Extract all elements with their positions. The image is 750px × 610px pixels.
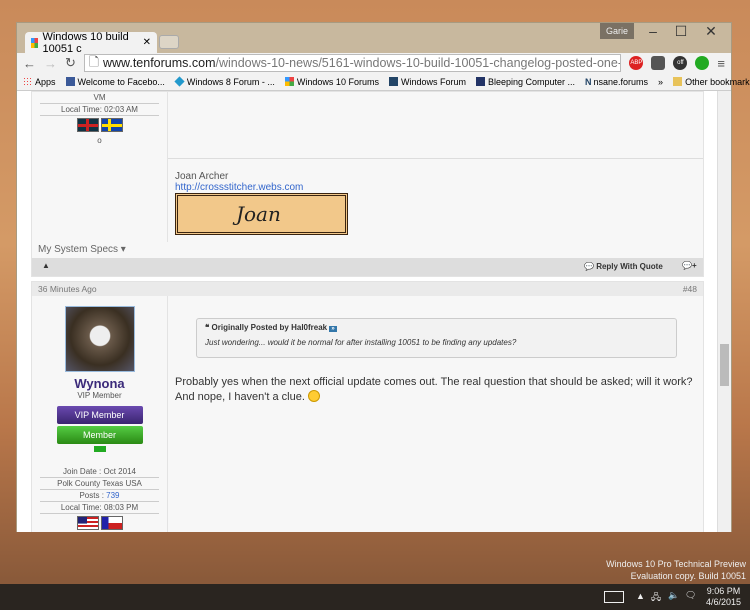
nsane-icon: N [585,76,592,87]
view-post-icon[interactable]: » [329,326,337,332]
bookmark-bleeping[interactable]: Bleeping Computer ... [475,76,575,87]
signature-link[interactable]: http://crossstitcher.webs.com [175,182,348,193]
bookmark-apps[interactable]: Apps [23,76,56,87]
download-off-icon[interactable]: off [673,56,688,70]
report-icon[interactable]: ▲ [42,261,50,270]
reply-with-quote-button[interactable]: 💬 Reply With Quote [584,262,663,271]
scrollbar[interactable] [717,91,731,532]
toolbar: ← → ↻ 🗋 www.tenforums.com/windows-10-news/5… [17,53,731,73]
bookmark-windows-forum[interactable]: Windows Forum [388,76,466,87]
menu-icon[interactable]: ≡ [717,56,725,71]
address-bar[interactable]: 🗋 www.tenforums.com/windows-10-news/5161-… [83,54,622,72]
new-tab-button[interactable] [159,35,179,49]
action-center-icon[interactable]: 🗨 [685,590,696,601]
pocket-icon[interactable] [651,56,666,70]
post-actions: ▲ 💬 Reply With Quote 💬+ [32,258,703,276]
previous-post: VM Local Time: 02:03 AM o Joan Archer ht… [31,91,704,277]
bookmark-windows10[interactable]: Windows 10 Forums [284,76,379,87]
bookmark-windows8[interactable]: Windows 8 Forum - ... [174,75,275,87]
browser-window: Windows 10 build 10051 c ✕ Garie – ☐ ✕ ← →… [16,22,750,532]
signature-name: Joan Archer [175,171,229,182]
signature-banner: Joan [175,193,348,235]
browser-tab[interactable]: Windows 10 build 10051 c ✕ [25,31,157,55]
profile-label[interactable]: Garie [600,23,635,39]
reputation-icon [93,446,106,452]
bookmarks-overflow[interactable]: » [658,77,663,87]
texas-flag-icon [100,516,123,530]
page-icon: 🗋 [88,54,99,69]
member-badge: Member [56,426,143,444]
bookmark-nsane[interactable]: Nnsane.forums [585,77,648,87]
post-time: 36 Minutes Ago [38,284,97,294]
close-tab-icon[interactable]: ✕ [143,37,151,48]
scrollbar-thumb[interactable] [720,344,729,386]
sweden-flag-icon [100,118,123,132]
windows-logo-icon [284,76,294,86]
maximize-button[interactable]: ☐ [667,23,695,40]
apps-icon [23,76,32,86]
clock[interactable]: 9:06 PM 4/6/2015 [706,586,741,608]
windows-forum-icon [388,76,398,86]
folder-icon [673,76,683,86]
network-icon[interactable]: 🖧 [651,590,661,606]
forum-post: 36 Minutes Ago #48 Wynona VIP Member VIP … [31,281,704,532]
username[interactable]: Wynona [32,376,167,391]
system-specs-toggle[interactable]: My System Specs ▾ [38,244,126,255]
avatar[interactable] [64,306,135,372]
vip-member-badge: VIP Member [56,406,143,424]
close-window-button[interactable]: ✕ [697,23,725,40]
quote-block: ❝ Originally Posted by Hal0freak » Just … [196,318,677,358]
multi-quote-icon[interactable]: 💬+ [682,261,697,270]
show-hidden-icons[interactable]: ▲ [636,591,645,601]
uk-flag-icon [76,118,99,132]
page-content: VM Local Time: 02:03 AM o Joan Archer ht… [17,91,731,532]
post-number[interactable]: #48 [683,284,697,294]
posts-count-link[interactable]: 739 [106,491,119,500]
adblock-icon[interactable]: ABP [629,56,644,70]
windows-logo-icon [31,37,39,48]
keyboard-icon[interactable] [604,591,624,603]
reload-icon[interactable]: ↻ [65,55,76,71]
bookmark-other[interactable]: Other bookmarks [673,76,750,87]
bookmark-facebook[interactable]: Welcome to Facebo... [65,76,165,87]
smiley-icon [307,390,320,402]
taskbar: ▲ 🖧 🔈 🗨 9:06 PM 4/6/2015 [0,584,750,610]
back-icon[interactable]: ← [23,56,36,71]
bleeping-icon [475,76,485,86]
watermark: Windows 10 Pro Technical Preview Evaluati… [606,559,746,581]
usa-flag-icon [76,516,99,530]
facebook-icon [65,76,75,86]
volume-icon[interactable]: 🔈 [668,590,679,601]
post-body: Probably yes when the next official upda… [175,376,693,403]
bookmarks-bar: Apps Welcome to Facebo... Windows 8 Foru… [17,73,750,91]
windows8-icon [174,75,185,87]
minimize-button[interactable]: – [639,23,667,39]
extension-icon[interactable] [695,56,710,70]
forward-icon[interactable]: → [44,56,57,71]
title-bar: Windows 10 build 10051 c ✕ Garie – ☐ ✕ [17,23,731,55]
